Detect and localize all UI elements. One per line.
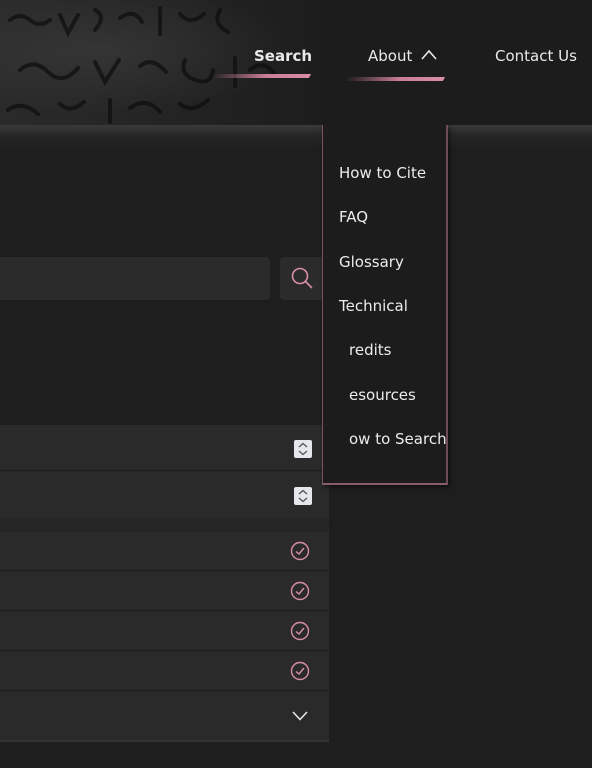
expand-row[interactable] (0, 692, 329, 740)
menu-item-how-to-search[interactable]: ow to Search (349, 428, 447, 450)
nav-search-link[interactable]: Search (254, 44, 312, 68)
spinner-icon[interactable] (294, 440, 312, 458)
option-row[interactable] (0, 532, 329, 571)
option-row[interactable] (0, 612, 329, 651)
page: Search About Contact Us How to Cite FAQ … (0, 0, 592, 768)
menu-item-faq[interactable]: FAQ (339, 206, 368, 228)
check-circle-icon[interactable] (290, 661, 310, 681)
nav-contact-link[interactable]: Contact Us (495, 44, 577, 68)
search-button[interactable] (280, 257, 322, 300)
check-circle-icon[interactable] (290, 621, 310, 641)
chevron-down-icon[interactable] (291, 710, 309, 722)
menu-item-credits[interactable]: redits (349, 339, 391, 361)
search-icon (291, 267, 313, 289)
about-dropdown-menu: How to Cite FAQ Glossary Technical redit… (322, 125, 448, 485)
menu-item-resources[interactable]: esources (349, 384, 416, 406)
menu-item-technical[interactable]: Technical (339, 295, 408, 317)
nav-about-underline (344, 77, 446, 81)
option-row[interactable] (0, 652, 329, 691)
option-row[interactable] (0, 572, 329, 611)
menu-item-how-to-cite[interactable]: How to Cite (339, 162, 426, 184)
nav-about-link[interactable]: About (368, 44, 412, 68)
check-circle-icon[interactable] (290, 581, 310, 601)
number-field-row[interactable] (0, 425, 329, 471)
check-circle-icon[interactable] (290, 541, 310, 561)
number-field-row[interactable] (0, 472, 329, 518)
chevron-up-icon[interactable] (420, 48, 438, 62)
header-shadow (0, 125, 592, 151)
menu-item-glossary[interactable]: Glossary (339, 251, 404, 273)
search-input[interactable] (0, 257, 270, 300)
filter-panel (0, 425, 329, 742)
nav-search-underline (210, 74, 312, 78)
site-header: Search About Contact Us (0, 0, 592, 125)
spinner-icon[interactable] (294, 487, 312, 505)
